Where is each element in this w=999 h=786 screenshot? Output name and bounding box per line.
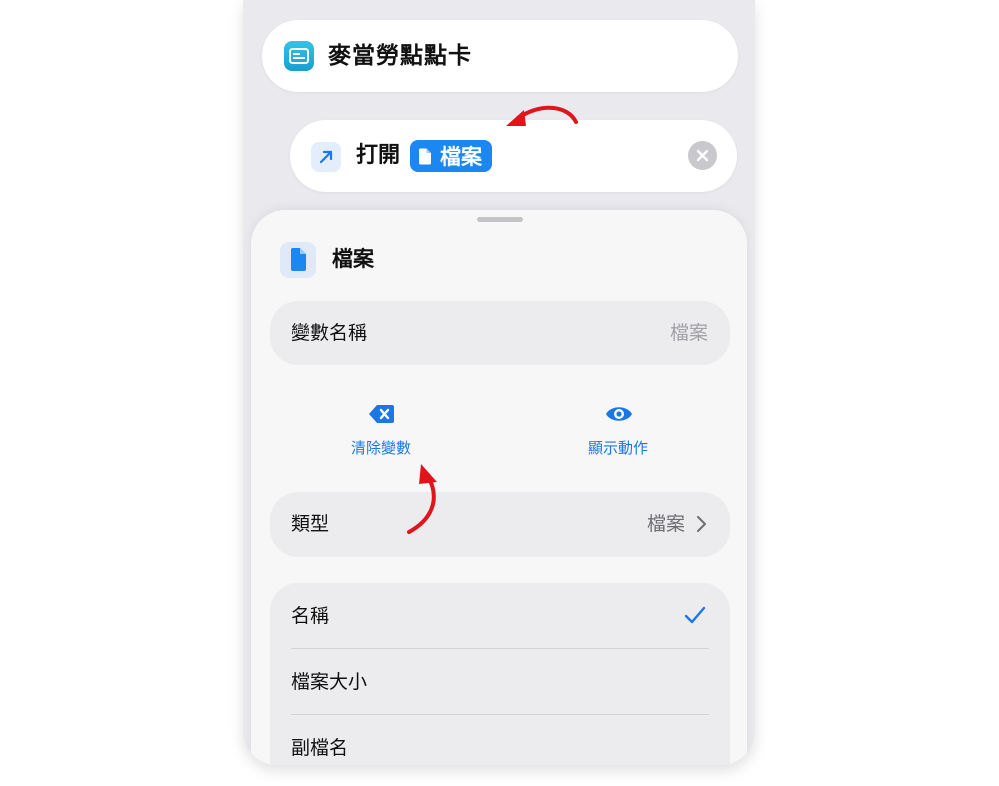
list-item[interactable]: 檔案大小 [270, 649, 730, 715]
property-list: 名稱 檔案大小 副檔名 [270, 583, 730, 765]
clear-backspace-icon [367, 401, 397, 427]
phone-screen: 麥當勞點點卡 打開 檔案 檔案 變數名稱 檔案 清除變數 顯示動作 類型 檔案 … [243, 0, 755, 765]
variable-name-label: 變數名稱 [291, 322, 368, 344]
wallet-card-icon [284, 41, 314, 71]
remove-action-button[interactable] [688, 141, 717, 170]
property-label: 名稱 [291, 605, 330, 627]
type-value: 檔案 [646, 513, 685, 535]
eye-icon [604, 401, 634, 427]
document-icon [419, 148, 431, 164]
type-row[interactable]: 類型 檔案 [270, 492, 730, 557]
shortcut-title: 麥當勞點點卡 [328, 43, 472, 69]
type-label: 類型 [291, 513, 330, 535]
open-action-label: 打開 [356, 143, 401, 168]
show-action-button[interactable]: 顯示動作 [538, 393, 698, 469]
variable-name-value[interactable]: 檔案 [670, 319, 708, 347]
sheet-grabber-handle[interactable] [477, 217, 523, 222]
file-token-label: 檔案 [440, 145, 482, 169]
document-icon [280, 242, 316, 278]
variable-name-row[interactable]: 變數名稱 檔案 [270, 301, 730, 365]
close-icon [696, 149, 709, 162]
list-item[interactable]: 副檔名 [270, 715, 730, 765]
checkmark-icon [684, 606, 706, 624]
clear-variable-label: 清除變數 [350, 439, 411, 457]
open-arrow-icon [311, 142, 341, 172]
chevron-right-icon [697, 516, 706, 532]
variable-detail-sheet: 檔案 變數名稱 檔案 清除變數 顯示動作 類型 檔案 名稱 檔案大小 副檔名 [251, 210, 747, 765]
list-item[interactable]: 名稱 [270, 583, 730, 649]
clear-variable-button[interactable]: 清除變數 [301, 393, 461, 469]
variable-action-buttons: 清除變數 顯示動作 [270, 393, 730, 469]
open-file-action-card[interactable]: 打開 檔案 [290, 120, 737, 192]
property-label: 副檔名 [291, 737, 349, 759]
show-action-label: 顯示動作 [587, 439, 648, 457]
shortcut-title-card[interactable]: 麥當勞點點卡 [262, 20, 738, 92]
sheet-title: 檔案 [332, 247, 374, 271]
file-variable-token[interactable]: 檔案 [410, 140, 492, 172]
property-label: 檔案大小 [291, 671, 368, 693]
